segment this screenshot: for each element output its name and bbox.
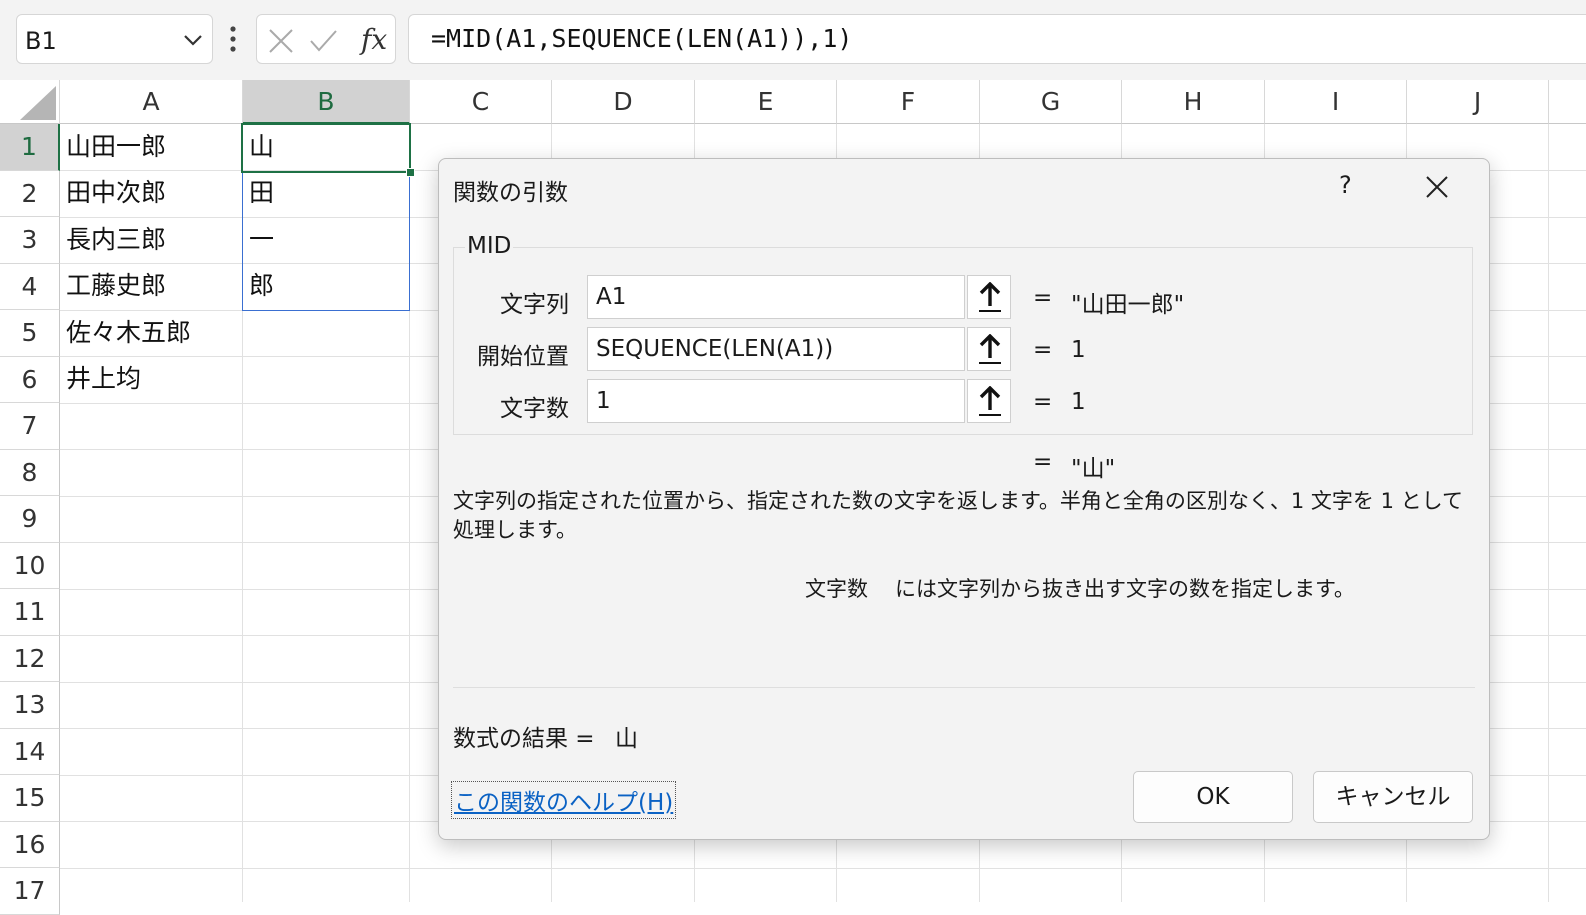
formula-bar-area: B1 fx =MID(A1,SEQUENCE(LEN(A1)),1) bbox=[0, 0, 1586, 80]
arrow-up-icon bbox=[979, 282, 1001, 312]
grid-line bbox=[1548, 124, 1549, 902]
column-header-d[interactable]: D bbox=[552, 80, 695, 124]
formula-result-label: 数式の結果 = bbox=[453, 726, 595, 752]
arg-input-count[interactable]: 1 bbox=[587, 379, 965, 423]
more-options-icon[interactable] bbox=[226, 22, 240, 56]
arrow-up-icon bbox=[979, 334, 1001, 364]
cell-a1[interactable]: 山田一郎 bbox=[60, 124, 166, 170]
row-header-11[interactable]: 11 bbox=[0, 589, 60, 636]
column-header-g[interactable]: G bbox=[980, 80, 1122, 124]
row-header-9[interactable]: 9 bbox=[0, 496, 60, 543]
chevron-down-icon[interactable] bbox=[182, 29, 204, 51]
cancel-button[interactable]: キャンセル bbox=[1313, 771, 1473, 823]
row-header-4[interactable]: 4 bbox=[0, 263, 60, 310]
arg-equals: = bbox=[1033, 337, 1053, 363]
collapse-dialog-button[interactable] bbox=[967, 379, 1011, 423]
arrow-up-icon bbox=[979, 386, 1001, 416]
divider bbox=[453, 687, 1475, 688]
close-icon[interactable] bbox=[1423, 173, 1451, 201]
cell-a5[interactable]: 佐々木五郎 bbox=[60, 310, 191, 356]
collapse-dialog-button[interactable] bbox=[967, 275, 1011, 319]
column-header-h[interactable]: H bbox=[1122, 80, 1265, 124]
insert-function-button[interactable]: fx bbox=[361, 23, 387, 56]
row-header-2[interactable]: 2 bbox=[0, 170, 60, 217]
fill-handle[interactable] bbox=[406, 168, 415, 177]
arg-result-text: "山田一郎" bbox=[1071, 292, 1185, 318]
arg-label-text: 文字列 bbox=[500, 292, 569, 318]
formula-buttons: fx bbox=[256, 14, 396, 64]
column-header-e[interactable]: E bbox=[695, 80, 837, 124]
column-header-b[interactable]: B bbox=[243, 80, 410, 124]
row-header-6[interactable]: 6 bbox=[0, 356, 60, 403]
column-header-i[interactable]: I bbox=[1265, 80, 1407, 124]
overall-result: "山" bbox=[1071, 456, 1116, 482]
name-box-value: B1 bbox=[25, 27, 57, 55]
formula-result-value: 山 bbox=[615, 726, 638, 752]
arg-input-start[interactable]: SEQUENCE(LEN(A1)) bbox=[587, 327, 965, 371]
cell-a6[interactable]: 井上均 bbox=[60, 356, 141, 402]
row-header-3[interactable]: 3 bbox=[0, 217, 60, 264]
dialog-title: 関数の引数 bbox=[453, 180, 568, 206]
x-icon[interactable] bbox=[267, 27, 295, 55]
arg-label-count: 文字数 bbox=[500, 396, 569, 422]
row-header-1[interactable]: 1 bbox=[0, 124, 60, 171]
column-header-j[interactable]: J bbox=[1407, 80, 1549, 124]
check-icon[interactable] bbox=[309, 27, 337, 55]
column-header-f[interactable]: F bbox=[837, 80, 980, 124]
cell-a3[interactable]: 長内三郎 bbox=[60, 217, 166, 263]
row-header-10[interactable]: 10 bbox=[0, 542, 60, 589]
cell-a2[interactable]: 田中次郎 bbox=[60, 170, 166, 216]
column-header-a[interactable]: A bbox=[60, 80, 243, 124]
row-header-17[interactable]: 17 bbox=[0, 868, 60, 915]
select-all-corner[interactable] bbox=[0, 80, 60, 124]
column-header-c[interactable]: C bbox=[410, 80, 552, 124]
row-header-16[interactable]: 16 bbox=[0, 821, 60, 868]
row-header-12[interactable]: 12 bbox=[0, 635, 60, 682]
row-header-7[interactable]: 7 bbox=[0, 403, 60, 450]
collapse-dialog-button[interactable] bbox=[967, 327, 1011, 371]
row-header-5[interactable]: 5 bbox=[0, 310, 60, 357]
arg-input-text[interactable]: A1 bbox=[587, 275, 965, 319]
function-description: 文字列の指定された位置から、指定された数の文字を返します。半角と全角の区別なく、… bbox=[453, 489, 1464, 542]
arg-equals: = bbox=[1033, 389, 1053, 415]
function-arguments-dialog: 関数の引数 ? MID 文字列 A1 = "山田一郎" 開始位置 SEQUENC… bbox=[438, 158, 1490, 840]
arg-label-start: 開始位置 bbox=[477, 344, 569, 370]
function-name: MID bbox=[465, 233, 514, 259]
name-box[interactable]: B1 bbox=[16, 14, 213, 64]
active-cell-border bbox=[241, 123, 411, 173]
grid-line bbox=[60, 868, 1586, 869]
row-header-8[interactable]: 8 bbox=[0, 449, 60, 496]
cell-a4[interactable]: 工藤史郎 bbox=[60, 263, 166, 309]
formula-text: =MID(A1,SEQUENCE(LEN(A1)),1) bbox=[431, 24, 853, 53]
arg-result-start: 1 bbox=[1071, 337, 1086, 363]
row-header-13[interactable]: 13 bbox=[0, 682, 60, 729]
select-all-triangle-icon bbox=[20, 86, 56, 120]
spill-range-border bbox=[242, 171, 410, 311]
arg-result-count: 1 bbox=[1071, 389, 1086, 415]
argument-description-name: 文字数 bbox=[805, 577, 868, 601]
help-button[interactable]: ? bbox=[1339, 171, 1352, 199]
ok-button[interactable]: OK bbox=[1133, 771, 1293, 823]
formula-input[interactable]: =MID(A1,SEQUENCE(LEN(A1)),1) bbox=[408, 14, 1586, 64]
row-header-15[interactable]: 15 bbox=[0, 775, 60, 822]
argument-description-text: には文字列から抜き出す文字の数を指定します。 bbox=[895, 577, 1355, 601]
arg-equals: = bbox=[1033, 285, 1053, 311]
row-header-14[interactable]: 14 bbox=[0, 728, 60, 775]
column-header-overflow bbox=[1549, 80, 1586, 124]
function-help-link[interactable]: この関数のヘルプ(H) bbox=[451, 781, 677, 819]
overall-equals: = bbox=[1033, 449, 1053, 475]
